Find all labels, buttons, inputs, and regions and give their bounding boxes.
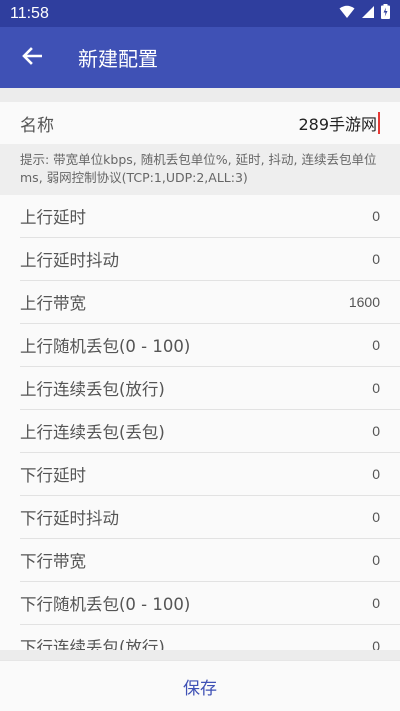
- setting-label: 下行延时抖动: [20, 509, 119, 528]
- page-title: 新建配置: [78, 47, 158, 71]
- arrow-back-icon: [22, 46, 43, 69]
- save-button[interactable]: 保存: [183, 674, 217, 699]
- setting-label: 上行延时: [20, 208, 86, 227]
- setting-row-uplink-burst-drop[interactable]: 上行连续丢包(丢包) 0: [20, 410, 400, 453]
- setting-row-downlink-random-loss[interactable]: 下行随机丢包(0 - 100) 0: [20, 582, 400, 625]
- save-bar: 保存: [0, 660, 400, 711]
- setting-row-uplink-burst-pass[interactable]: 上行连续丢包(放行) 0: [20, 367, 400, 410]
- setting-label: 上行连续丢包(放行): [20, 380, 165, 399]
- setting-row-downlink-jitter[interactable]: 下行延时抖动 0: [20, 496, 400, 539]
- hint-text: 提示: 带宽单位kbps, 随机丢包单位%, 延时, 抖动, 连续丢包单位ms,…: [0, 144, 400, 195]
- name-label: 名称: [20, 115, 54, 136]
- status-icons: [339, 4, 390, 23]
- setting-value[interactable]: 0: [372, 595, 380, 611]
- text-cursor: [378, 112, 380, 134]
- section-divider: [0, 650, 400, 660]
- setting-value[interactable]: 0: [372, 509, 380, 525]
- setting-label: 下行带宽: [20, 552, 86, 571]
- setting-label: 上行随机丢包(0 - 100): [20, 337, 191, 356]
- status-bar: 11:58: [0, 0, 400, 27]
- setting-label: 下行连续丢包(放行): [20, 638, 165, 650]
- setting-row-uplink-random-loss[interactable]: 上行随机丢包(0 - 100) 0: [20, 324, 400, 367]
- setting-value[interactable]: 0: [372, 552, 380, 568]
- setting-row-uplink-bandwidth[interactable]: 上行带宽 1600: [20, 281, 400, 324]
- setting-value[interactable]: 0: [372, 466, 380, 482]
- signal-icon: [361, 4, 375, 23]
- setting-label: 上行连续丢包(丢包): [20, 423, 165, 442]
- section-divider: [0, 88, 400, 102]
- setting-value[interactable]: 0: [372, 208, 380, 224]
- setting-label: 下行随机丢包(0 - 100): [20, 595, 191, 614]
- setting-row-downlink-bandwidth[interactable]: 下行带宽 0: [20, 539, 400, 582]
- name-input[interactable]: 289手游网: [298, 111, 380, 135]
- setting-label: 下行延时: [20, 466, 86, 485]
- setting-value[interactable]: 0: [372, 423, 380, 439]
- name-field-row: 名称 289手游网: [0, 102, 400, 144]
- setting-row-uplink-delay[interactable]: 上行延时 0: [20, 195, 400, 238]
- setting-row-downlink-delay[interactable]: 下行延时 0: [20, 453, 400, 496]
- status-time: 11:58: [10, 4, 49, 22]
- setting-value[interactable]: 0: [372, 251, 380, 267]
- back-button[interactable]: [0, 27, 64, 88]
- setting-row-uplink-jitter[interactable]: 上行延时抖动 0: [20, 238, 400, 281]
- app-bar: 新建配置: [0, 27, 400, 88]
- wifi-icon: [339, 4, 355, 23]
- setting-row-downlink-burst-pass[interactable]: 下行连续丢包(放行) 0: [20, 625, 400, 650]
- setting-value[interactable]: 0: [372, 337, 380, 353]
- name-input-value: 289手游网: [298, 115, 377, 134]
- settings-list[interactable]: 上行延时 0 上行延时抖动 0 上行带宽 1600 上行随机丢包(0 - 100…: [0, 195, 400, 650]
- setting-label: 上行带宽: [20, 294, 86, 313]
- setting-label: 上行延时抖动: [20, 251, 119, 270]
- setting-value[interactable]: 0: [372, 638, 380, 650]
- battery-charging-icon: [381, 4, 390, 23]
- setting-value[interactable]: 1600: [349, 294, 380, 310]
- setting-value[interactable]: 0: [372, 380, 380, 396]
